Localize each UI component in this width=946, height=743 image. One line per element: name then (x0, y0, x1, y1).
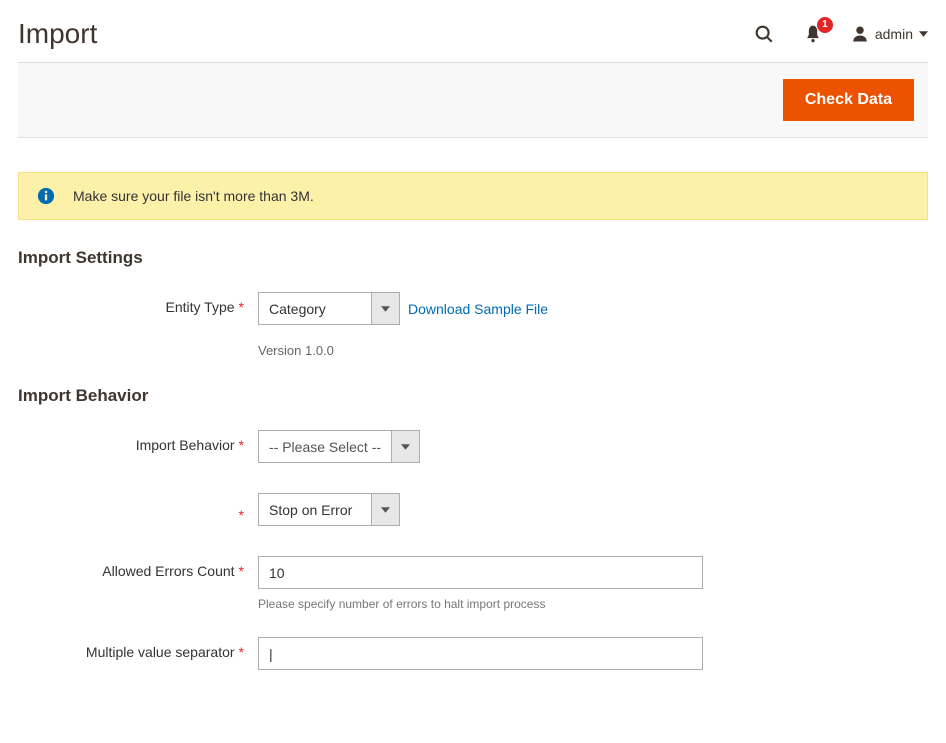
allowed-errors-note: Please specify number of errors to halt … (258, 597, 928, 611)
entity-type-select[interactable]: Category (258, 292, 400, 325)
multi-separator-label: Multiple value separator (86, 644, 235, 660)
chevron-down-icon (371, 293, 399, 324)
action-bar: Check Data (18, 62, 928, 138)
required-mark: * (239, 299, 244, 315)
notification-badge: 1 (817, 17, 833, 33)
user-menu[interactable]: admin (851, 24, 928, 44)
allowed-errors-input[interactable] (258, 556, 703, 589)
search-icon[interactable] (753, 23, 775, 45)
entity-type-value: Category (259, 293, 371, 324)
check-data-button[interactable]: Check Data (783, 79, 914, 121)
required-mark: * (239, 644, 244, 660)
import-behavior-label: Import Behavior (136, 437, 235, 453)
notification-icon[interactable]: 1 (803, 23, 823, 45)
info-icon (37, 187, 55, 205)
page-title: Import (18, 18, 97, 50)
required-mark: * (239, 563, 244, 579)
allowed-errors-label: Allowed Errors Count (102, 563, 234, 579)
info-notice: Make sure your file isn't more than 3M. (18, 172, 928, 220)
download-sample-link[interactable]: Download Sample File (408, 301, 548, 317)
chevron-down-icon (371, 494, 399, 525)
section-import-settings-title: Import Settings (18, 248, 928, 268)
chevron-down-icon (391, 431, 419, 462)
version-text: Version 1.0.0 (258, 343, 928, 358)
user-icon (851, 24, 869, 44)
notice-message: Make sure your file isn't more than 3M. (73, 188, 314, 204)
multi-separator-input[interactable] (258, 637, 703, 670)
user-label: admin (875, 26, 913, 42)
import-behavior-value: -- Please Select -- (259, 431, 391, 462)
chevron-down-icon (919, 31, 928, 37)
entity-type-label: Entity Type (166, 299, 235, 315)
import-behavior-select[interactable]: -- Please Select -- (258, 430, 420, 463)
required-mark: * (239, 437, 244, 453)
on-error-value: Stop on Error (259, 494, 371, 525)
section-import-behavior-title: Import Behavior (18, 386, 928, 406)
on-error-select[interactable]: Stop on Error (258, 493, 400, 526)
required-mark: * (239, 507, 244, 523)
